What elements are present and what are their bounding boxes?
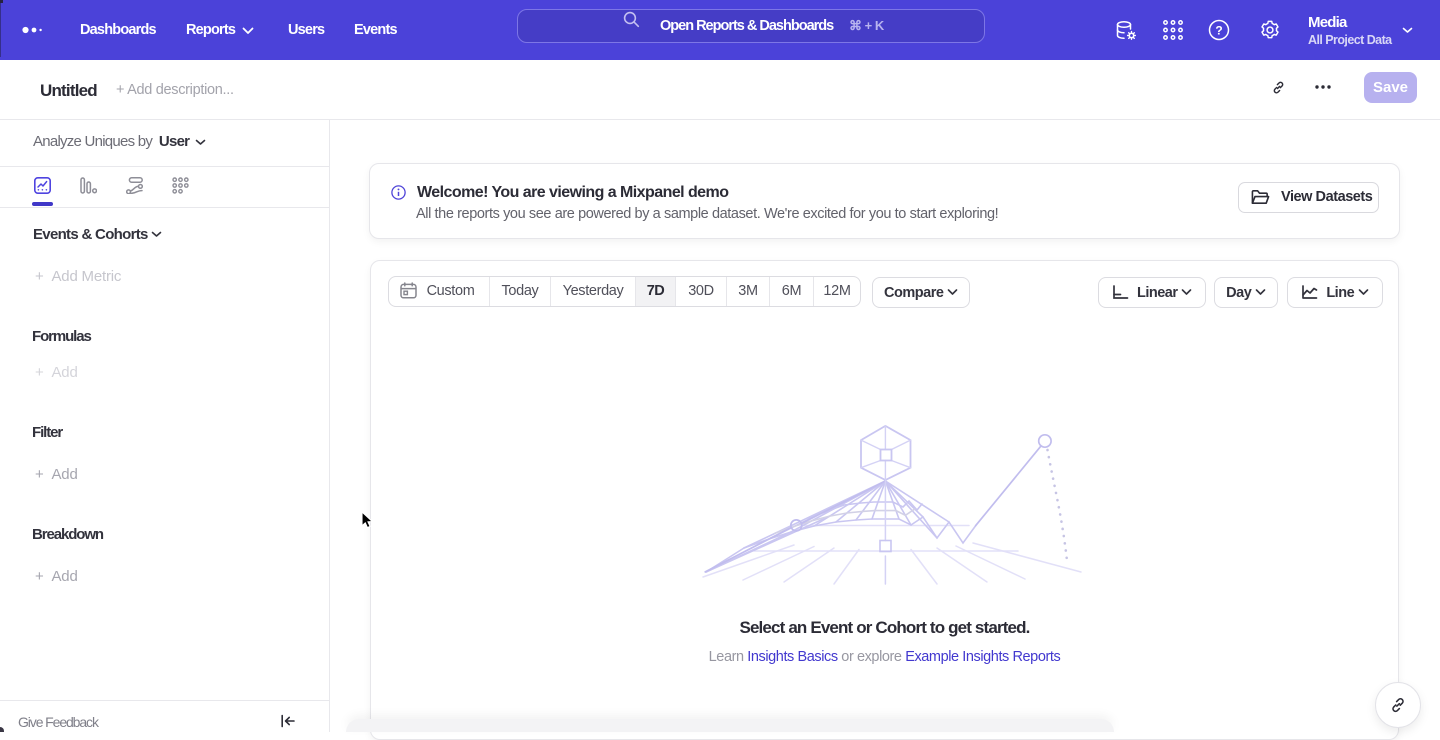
- svg-text:?: ?: [1215, 24, 1222, 38]
